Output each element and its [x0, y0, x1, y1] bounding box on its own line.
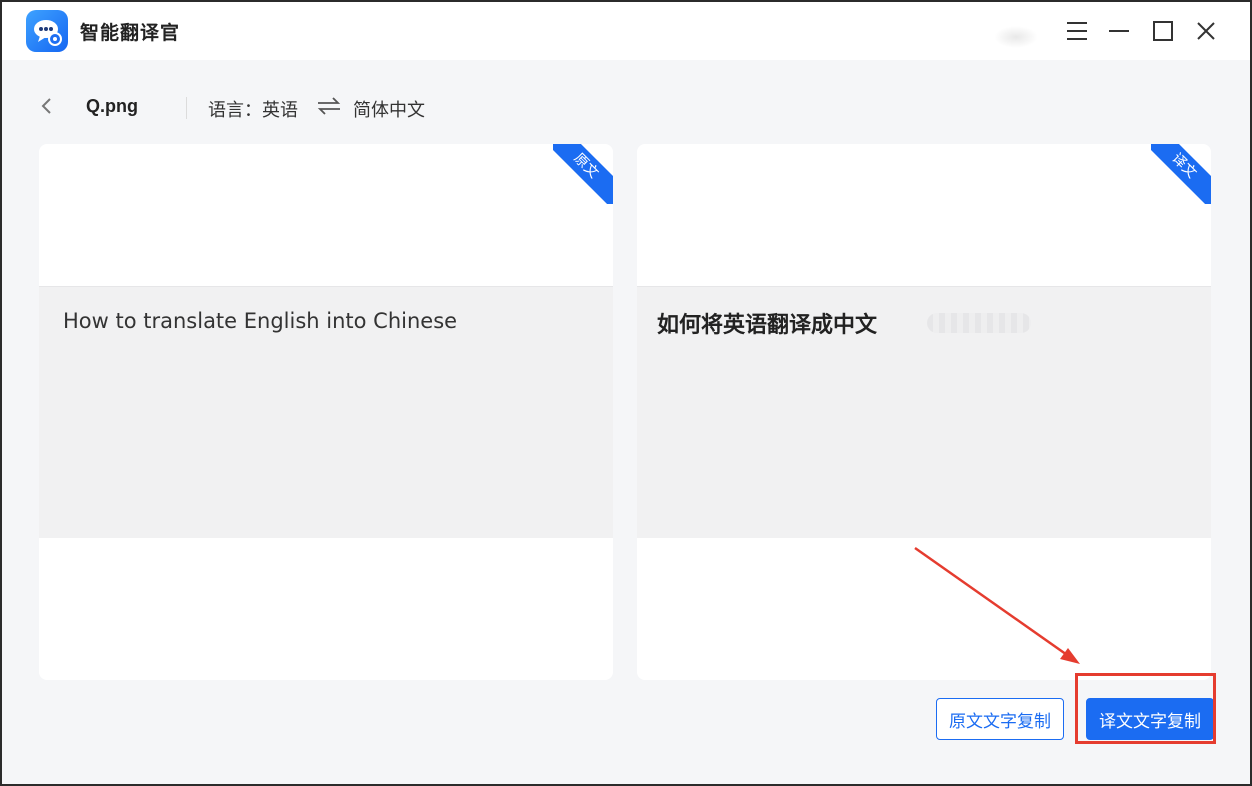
back-chevron-icon[interactable] — [36, 94, 60, 118]
file-toolbar: Q.png 语言：英语 简体中文 — [2, 60, 1250, 146]
translation-ribbon: 译文 — [1151, 144, 1211, 204]
source-ribbon: 原文 — [553, 144, 613, 204]
translation-ribbon-label: 译文 — [1151, 144, 1211, 204]
source-text: How to translate English into Chinese — [63, 309, 458, 333]
app-title: 智能翻译官 — [80, 22, 181, 44]
divider — [186, 97, 187, 119]
watermark-smudge — [994, 26, 1038, 48]
close-icon[interactable] — [1191, 16, 1221, 46]
source-language-label: 语言：英语 — [208, 100, 298, 121]
app-window: 智能翻译官 Q.png 语言：英语 简体中文 原文 How to transla… — [0, 0, 1252, 786]
minimize-icon[interactable] — [1104, 16, 1134, 46]
source-panel: 原文 How to translate English into Chinese — [39, 144, 613, 680]
chat-robot-icon — [26, 10, 68, 52]
file-name: Q.png — [86, 96, 138, 116]
maximize-icon[interactable] — [1148, 16, 1178, 46]
copy-source-text-button[interactable]: 原文文字复制 — [936, 698, 1064, 740]
title-bar: 智能翻译官 — [2, 2, 1250, 60]
translation-panel: 译文 如何将英语翻译成中文 — [637, 144, 1211, 680]
hamburger-menu-icon[interactable] — [1062, 16, 1092, 46]
swap-language-icon[interactable] — [316, 96, 342, 116]
watermark-smudge — [927, 313, 1031, 333]
translation-text-area: 如何将英语翻译成中文 — [637, 286, 1211, 538]
target-language-select[interactable]: 简体中文 — [353, 96, 425, 122]
translation-text: 如何将英语翻译成中文 — [657, 313, 878, 338]
source-text-area: How to translate English into Chinese — [39, 286, 613, 538]
source-ribbon-label: 原文 — [553, 144, 613, 204]
annotation-highlight-box — [1075, 673, 1216, 744]
